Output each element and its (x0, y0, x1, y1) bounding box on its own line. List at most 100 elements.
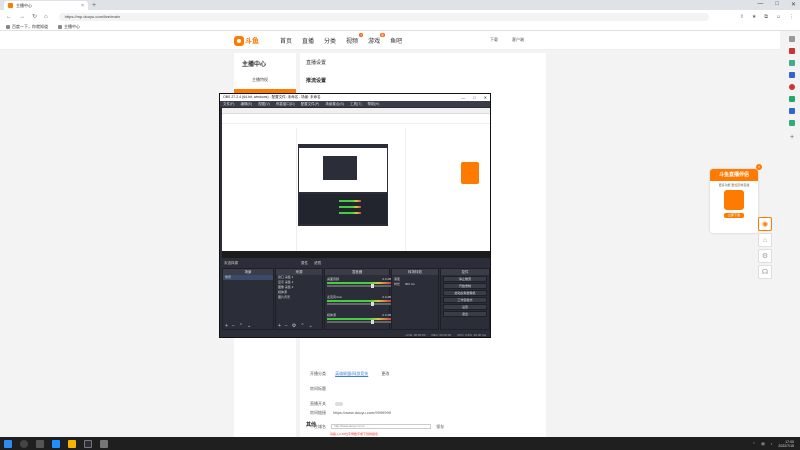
volume-slider[interactable] (327, 284, 391, 288)
obs-menu-view[interactable]: 视图(V) (258, 102, 270, 107)
obs-minimize-icon[interactable]: — (461, 95, 465, 100)
nav-video[interactable]: 视频 6 (346, 33, 364, 45)
transition-duration[interactable]: 时长 300 ms (392, 282, 438, 287)
obs-menu-docks[interactable]: 停靠窗口(D) (276, 102, 295, 107)
obs-menu-file[interactable]: 文件(F) (223, 102, 234, 107)
promo-card[interactable]: 斗鱼直播伴侣 更多功能 更加高效直播 立即下载 (710, 169, 758, 233)
minimize-icon[interactable]: — (757, 1, 763, 8)
custom-domain-input[interactable]: http://www.douyu.com/ (331, 424, 432, 430)
move-down-icon[interactable]: ⌄ (309, 323, 313, 329)
sidebar-app-icon[interactable] (789, 120, 795, 126)
promo-download-button[interactable]: 立即下载 (724, 213, 744, 218)
sidebar-app-icon[interactable] (789, 48, 795, 54)
settings-tool-icon[interactable]: ⚙ (758, 249, 772, 263)
sidebar-app-icon[interactable] (789, 108, 795, 114)
obs-preview-canvas[interactable] (222, 108, 490, 258)
nav-category[interactable]: 分类 (324, 36, 336, 45)
stop-streaming-button[interactable]: 停止推流 (443, 276, 487, 282)
move-up-icon[interactable]: ⌃ (239, 323, 243, 329)
nav-games[interactable]: 游戏新 (368, 33, 386, 45)
nav-home[interactable]: 首页 (280, 36, 292, 45)
volume-slider[interactable] (327, 302, 391, 306)
extensions-icon[interactable]: ⧉ (764, 14, 768, 20)
client-link[interactable]: 客户端 (512, 37, 524, 43)
remove-scene-icon[interactable]: − (232, 323, 235, 329)
nested-meter (339, 206, 361, 208)
move-down-icon[interactable]: ⌄ (247, 323, 251, 329)
start-recording-button[interactable]: 开始录制 (443, 283, 487, 289)
add-scene-icon[interactable]: + (225, 323, 228, 329)
close-tab-icon[interactable]: × (81, 3, 84, 9)
obs-maximize-icon[interactable]: □ (473, 95, 475, 100)
save-domain-button[interactable]: 保存 (436, 424, 444, 429)
nav-live[interactable]: 直播 (302, 36, 314, 45)
refresh-icon[interactable]: ↻ (32, 13, 37, 20)
sidebar-app-icon[interactable] (789, 60, 795, 66)
sidebar-app-icon[interactable] (789, 96, 795, 102)
bookmark-item[interactable]: 百度一下，你就知道 (6, 24, 48, 30)
browser-tab[interactable]: 主播中心 × (4, 1, 88, 10)
category-link[interactable]: 英雄联盟/网游竞技 (335, 371, 368, 376)
sidebar-app-icon[interactable] (789, 72, 795, 78)
side-menu-item[interactable]: 主播特权 (252, 77, 268, 83)
move-up-icon[interactable]: ⌃ (300, 323, 304, 329)
settings-button[interactable]: 设置 (443, 304, 487, 310)
remove-source-icon[interactable]: − (285, 323, 288, 329)
scene-item[interactable]: 场景 (223, 275, 273, 280)
source-item[interactable]: 图片背景 (276, 295, 322, 300)
home-icon[interactable]: ⌂ (44, 14, 48, 20)
maximize-icon[interactable]: □ (775, 1, 779, 8)
headset-tool-icon[interactable]: ☊ (758, 265, 772, 279)
live-toggle[interactable] (335, 401, 344, 406)
clock[interactable]: 17:00 2022/7/15 (778, 440, 794, 448)
obs-close-icon[interactable]: ✕ (484, 95, 487, 100)
file-explorer-icon[interactable] (68, 439, 76, 448)
filters-button[interactable]: 滤镜 (314, 261, 321, 266)
obs-menu-help[interactable]: 帮助(H) (368, 102, 380, 107)
network-icon[interactable]: ▤ (761, 442, 764, 446)
sidebar-app-icon[interactable] (789, 84, 795, 90)
sidebar-add-icon[interactable]: + (790, 134, 794, 141)
download-link[interactable]: 下载 (490, 37, 498, 43)
change-category-button[interactable]: 更改 (381, 371, 389, 376)
sidebar-search-icon[interactable] (789, 36, 795, 42)
source-settings-icon[interactable]: ⚙ (292, 323, 296, 329)
new-tab-icon[interactable]: + (92, 1, 96, 10)
search-icon[interactable] (20, 439, 28, 448)
bookmark-item[interactable]: 主播中心 (58, 24, 80, 30)
obs-window[interactable]: OBS 27.2.4 (64-bit, windows) - 配置文件: 未命名… (219, 93, 491, 338)
virtual-camera-button[interactable]: 启动虚拟摄像机 (443, 290, 487, 296)
volume-icon[interactable]: ♪ (771, 442, 773, 446)
obs-menu-tools[interactable]: 工具(T) (350, 102, 361, 107)
app-icon[interactable] (100, 439, 108, 448)
tray-chevron-icon[interactable]: ⌃ (752, 442, 755, 446)
room-link-value[interactable]: https://www.douyu.com/9999999 (333, 410, 391, 415)
volume-slider[interactable] (327, 320, 391, 324)
douyu-logo[interactable]: 斗鱼 (234, 35, 268, 47)
obs-menu-scenes[interactable]: 场景集合(S) (325, 102, 344, 107)
menu-dots-icon[interactable]: ⋮ (789, 14, 794, 20)
mixer-row: 麦克风/Aux 0.0 dB (327, 295, 391, 306)
obs-menu-edit[interactable]: 编辑(E) (240, 102, 252, 107)
close-window-icon[interactable]: ✕ (791, 1, 796, 8)
properties-button[interactable]: 属性 (301, 261, 308, 266)
live-tool-icon[interactable]: ◉ (758, 217, 772, 231)
promo-close-icon[interactable]: × (756, 164, 762, 170)
nav-fishbar[interactable]: 鱼吧 (390, 36, 402, 45)
start-windows-icon[interactable] (4, 439, 12, 448)
exit-button[interactable]: 退出 (443, 311, 487, 317)
task-view-icon[interactable] (36, 439, 44, 448)
bookmark-star-icon[interactable]: ★ (752, 14, 756, 20)
obs-title-bar[interactable]: OBS 27.2.4 (64-bit, windows) - 配置文件: 未命名… (220, 94, 490, 101)
share-icon[interactable]: ⇪ (740, 14, 744, 20)
profile-icon[interactable]: ☺ (776, 14, 781, 20)
obs-menu-profile[interactable]: 配置文件(P) (301, 102, 320, 107)
forward-icon[interactable]: → (19, 14, 25, 20)
home-tool-icon[interactable]: ⌂ (758, 233, 772, 247)
edge-browser-icon[interactable] (52, 439, 60, 448)
obs-app-icon[interactable] (84, 439, 92, 448)
studio-mode-button[interactable]: 工作室模式 (443, 297, 487, 303)
url-input[interactable]: https://mp.douyu.com/live/main (58, 12, 709, 21)
add-source-icon[interactable]: + (278, 323, 281, 329)
back-icon[interactable]: ← (6, 14, 12, 20)
